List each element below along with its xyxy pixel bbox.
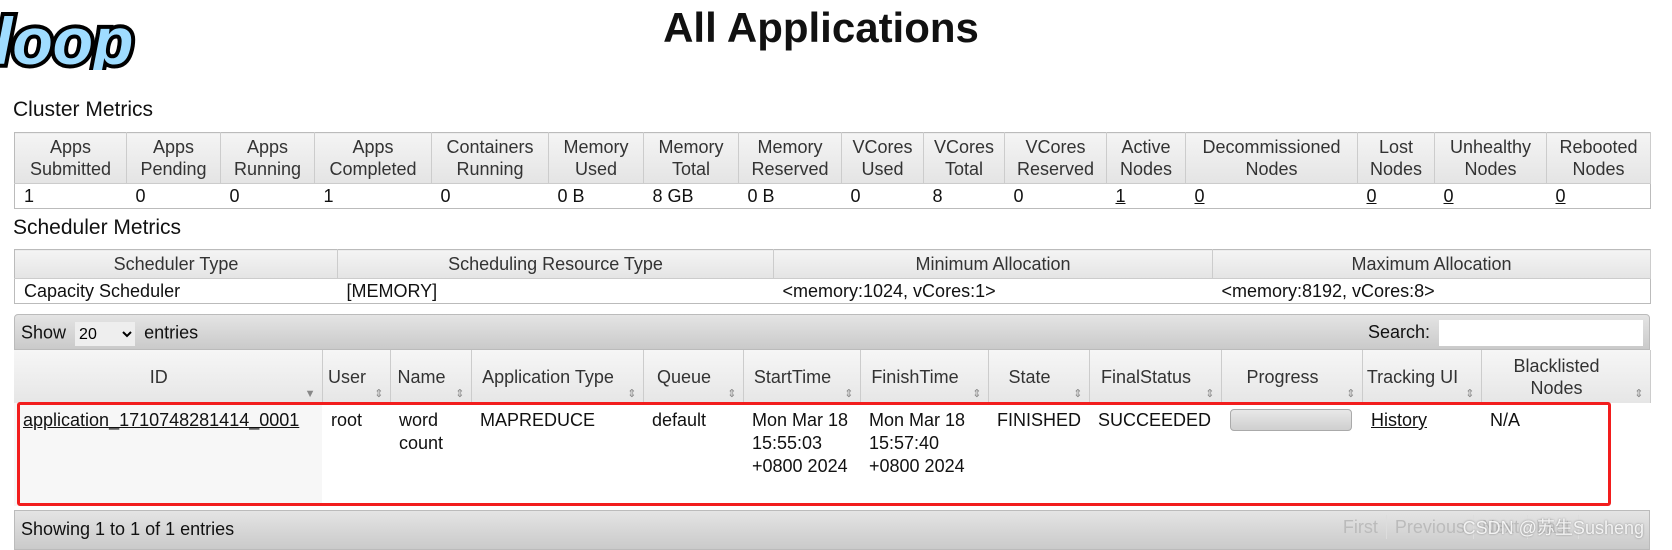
cluster-header: Active Nodes	[1106, 132, 1186, 184]
scheduler-value: <memory:8192, vCores:8>	[1221, 281, 1435, 301]
cluster-value: 0	[135, 186, 146, 206]
progress-bar	[1230, 409, 1352, 431]
cluster-value: 0	[850, 186, 861, 206]
sort-icon: ⇕	[972, 388, 982, 400]
finishtime-cell: Mon Mar 18 15:57:40 +0800 2024	[869, 410, 966, 476]
nodes-link[interactable]: 0	[1195, 186, 1205, 206]
table-footer: Showing 1 to 1 of 1 entries First Previou…	[14, 510, 1650, 550]
cluster-header: Apps Completed	[314, 132, 432, 184]
cluster-header: Memory Used	[548, 132, 644, 184]
search-label: Search:	[1367, 321, 1430, 342]
cluster-value: 0	[1358, 184, 1435, 209]
cluster-header: Apps Pending	[126, 132, 221, 184]
first-button[interactable]: First	[1334, 515, 1387, 539]
applications-table: ID ▼ User ⇕ Name ⇕ Application Type ⇕ Queue ⇕ Star…	[14, 350, 1651, 506]
application-id-link[interactable]: application_1710748281414_0001	[23, 410, 299, 430]
nodes-link[interactable]: 1	[1116, 186, 1126, 206]
cluster-header: Decommissioned Nodes	[1185, 132, 1358, 184]
cluster-header: Containers Running	[431, 132, 549, 184]
name-cell: word count	[399, 410, 444, 453]
cluster-value: 1	[24, 186, 35, 206]
scheduler-header: Minimum Allocation	[773, 249, 1213, 279]
sort-icon: ⇕	[1465, 388, 1475, 400]
page-size-select[interactable]: 20	[75, 322, 136, 346]
finalstatus-cell: SUCCEEDED	[1098, 410, 1212, 430]
column-header[interactable]: Application Type ⇕	[471, 350, 644, 403]
scheduler-metrics-heading: Scheduler Metrics	[13, 216, 182, 239]
entries-info: Showing 1 to 1 of 1 entries	[21, 519, 235, 539]
scheduler-header: Maximum Allocation	[1212, 249, 1651, 279]
sort-icon: ⇕	[1346, 388, 1356, 400]
cluster-value: 0	[1547, 184, 1651, 209]
column-header[interactable]: ID ▼	[14, 350, 323, 403]
scheduler-value: Capacity Scheduler	[24, 281, 181, 301]
nodes-link[interactable]: 0	[1367, 186, 1377, 206]
cluster-value: 0	[440, 186, 451, 206]
cluster-value: 8	[932, 186, 943, 206]
cluster-header: Rebooted Nodes	[1546, 132, 1651, 184]
cluster-value: 0 B	[557, 186, 585, 206]
sort-icon: ⇕	[1205, 388, 1215, 400]
sort-icon: ⇕	[374, 388, 384, 400]
nodes-link[interactable]: 0	[1556, 186, 1566, 206]
cluster-header: Apps Running	[220, 132, 315, 184]
sort-icon: ⇕	[455, 388, 465, 400]
cluster-header: Apps Submitted	[14, 132, 127, 184]
watermark: CSDN @苏生Susheng	[1462, 518, 1644, 538]
column-header[interactable]: Blacklisted Nodes ⇕	[1481, 350, 1651, 403]
cluster-header: Memory Reserved	[738, 132, 842, 184]
cluster-value: 8 GB	[652, 186, 694, 206]
cluster-metrics-heading: Cluster Metrics	[13, 98, 154, 121]
scheduler-value: <memory:1024, vCores:1>	[782, 281, 996, 301]
column-header[interactable]: StartTime ⇕	[743, 350, 861, 403]
previous-button[interactable]: Previous	[1386, 515, 1474, 539]
cluster-metrics-table: Apps Submitted Apps Pending Apps Running Apps C…	[14, 132, 1651, 209]
cluster-value: 0 B	[747, 186, 775, 206]
column-header[interactable]: User ⇕	[322, 350, 391, 403]
queue-cell: default	[652, 410, 707, 430]
sort-icon: ⇕	[844, 388, 854, 400]
cluster-value: 1	[1107, 184, 1186, 209]
blacklisted-cell: N/A	[1490, 410, 1521, 430]
cluster-value: 0	[229, 186, 240, 206]
cluster-value: 1	[323, 186, 334, 206]
cluster-header: Memory Total	[643, 132, 739, 184]
show-label: Show	[21, 322, 67, 343]
column-header[interactable]: FinishTime ⇕	[860, 350, 989, 403]
table-row: application_1710748281414_0001 root word…	[14, 403, 1650, 506]
scheduler-header: Scheduling Resource Type	[337, 249, 774, 279]
sort-icon: ⇕	[627, 388, 637, 400]
scheduler-value: [MEMORY]	[346, 281, 438, 301]
user-cell: root	[331, 410, 363, 430]
cluster-value: 0	[1186, 184, 1358, 209]
column-header[interactable]: Progress ⇕	[1221, 350, 1363, 403]
column-header[interactable]: Tracking UI ⇕	[1362, 350, 1482, 403]
type-cell: MAPREDUCE	[480, 410, 596, 430]
state-cell: FINISHED	[997, 410, 1082, 430]
search-input[interactable]	[1439, 320, 1643, 346]
cluster-header: VCores Reserved	[1004, 132, 1107, 184]
cluster-header: Lost Nodes	[1357, 132, 1435, 184]
sort-icon: ⇕	[1634, 388, 1644, 400]
tracking-ui-link[interactable]: History	[1371, 410, 1427, 430]
entries-label: entries	[144, 322, 199, 343]
sort-desc-icon: ▼	[304, 388, 316, 400]
column-header[interactable]: State ⇕	[988, 350, 1090, 403]
column-header[interactable]: Name ⇕	[390, 350, 472, 403]
starttime-cell: Mon Mar 18 15:55:03 +0800 2024	[752, 410, 849, 476]
sort-icon: ⇕	[1073, 388, 1083, 400]
nodes-link[interactable]: 0	[1444, 186, 1454, 206]
cluster-value: 0	[1013, 186, 1024, 206]
table-toolbar: Show 20 entries Search:	[14, 314, 1650, 350]
cluster-value: 0	[1435, 184, 1547, 209]
cluster-header: VCores Total	[923, 132, 1005, 184]
page-title: All Applications	[663, 4, 979, 51]
scheduler-metrics-table: Scheduler Type Scheduling Resource Type Mi…	[14, 249, 1651, 304]
sort-icon: ⇕	[727, 388, 737, 400]
scheduler-header: Scheduler Type	[14, 249, 338, 279]
column-header[interactable]: Queue ⇕	[643, 350, 744, 403]
column-header[interactable]: FinalStatus ⇕	[1089, 350, 1222, 403]
cluster-header: Unhealthy Nodes	[1434, 132, 1547, 184]
cluster-header: VCores Used	[841, 132, 924, 184]
